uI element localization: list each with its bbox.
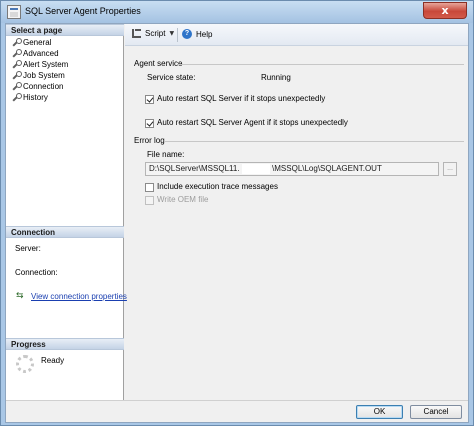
file-name-prefix: D:\SQLServer\MSSQL11. [149, 164, 240, 173]
page-item-history[interactable]: History [12, 92, 48, 103]
page-item-general[interactable]: General [12, 37, 51, 48]
close-button[interactable]: x [423, 2, 467, 19]
write-oem-checkbox [145, 196, 154, 205]
redacted-region [241, 163, 270, 174]
progress-header: Progress [6, 338, 124, 350]
agent-service-group-label: Agent service [134, 59, 183, 68]
page-item-advanced[interactable]: Advanced [12, 48, 59, 59]
auto-restart-agent-label[interactable]: Auto restart SQL Server Agent if it stop… [157, 118, 348, 127]
wrench-icon [12, 48, 22, 58]
title-bar[interactable]: SQL Server Agent Properties x [1, 1, 473, 23]
help-icon: ? [182, 29, 192, 39]
cancel-button[interactable]: Cancel [410, 405, 462, 419]
service-state-label: Service state: [147, 73, 196, 82]
app-icon [7, 5, 21, 19]
page-item-job-system[interactable]: Job System [12, 70, 65, 81]
view-connection-properties-link[interactable]: View connection properties [31, 292, 127, 301]
wrench-icon [12, 37, 22, 47]
page-item-label: Job System [23, 71, 65, 80]
error-log-divider [164, 141, 464, 142]
left-pane: Select a page General Advanced Alert Sys… [6, 24, 127, 400]
window-title: SQL Server Agent Properties [25, 6, 141, 16]
select-page-header: Select a page [6, 24, 124, 36]
script-label: Script [145, 29, 166, 38]
connection-header: Connection [6, 226, 124, 238]
include-trace-checkbox[interactable] [145, 183, 154, 192]
toolbar: Script ▼ ? Help [125, 24, 468, 46]
wrench-icon [12, 59, 22, 69]
dialog-client-area: Select a page General Advanced Alert Sys… [5, 23, 469, 423]
error-log-group-label: Error log [134, 136, 165, 145]
help-label: Help [196, 29, 213, 39]
page-item-label: History [23, 93, 48, 102]
toolbar-separator [177, 28, 178, 42]
file-name-input[interactable]: D:\SQLServer\MSSQL11. \MSSQL\Log\SQLAGEN… [145, 162, 439, 176]
progress-status: Ready [41, 356, 65, 365]
wrench-icon [12, 92, 22, 102]
include-trace-label[interactable]: Include execution trace messages [157, 182, 278, 191]
wrench-icon [12, 70, 22, 80]
server-label: Server: [15, 244, 41, 253]
page-item-label: Alert System [23, 60, 69, 69]
help-button[interactable]: ? Help [182, 29, 212, 39]
wrench-icon [12, 81, 22, 91]
script-button[interactable]: Script ▼ [132, 29, 174, 38]
dialog-window: SQL Server Agent Properties x Select a p… [0, 0, 474, 426]
page-item-alert-system[interactable]: Alert System [12, 59, 68, 70]
write-oem-label: Write OEM file [157, 195, 209, 204]
connection-label: Connection: [15, 268, 58, 277]
page-item-label: General [23, 38, 52, 47]
page-item-label: Advanced [23, 49, 59, 58]
connection-properties-icon: ⇆ [16, 291, 24, 301]
agent-service-divider [178, 64, 464, 65]
auto-restart-agent-checkbox[interactable] [145, 119, 154, 128]
ok-button[interactable]: OK [356, 405, 403, 419]
chevron-down-icon[interactable]: ▼ [169, 30, 174, 37]
file-name-suffix: \MSSQL\Log\SQLAGENT.OUT [272, 164, 382, 173]
script-icon [132, 29, 141, 38]
dialog-button-bar: OK Cancel [6, 400, 468, 422]
progress-spinner-icon [16, 355, 34, 373]
file-name-label: File name: [147, 150, 185, 159]
page-item-label: Connection [23, 82, 64, 91]
auto-restart-sql-label[interactable]: Auto restart SQL Server if it stops unex… [157, 94, 325, 103]
service-state-value: Running [261, 73, 291, 82]
auto-restart-sql-checkbox[interactable] [145, 95, 154, 104]
page-item-connection[interactable]: Connection [12, 81, 63, 92]
browse-button[interactable]: ... [443, 162, 457, 176]
